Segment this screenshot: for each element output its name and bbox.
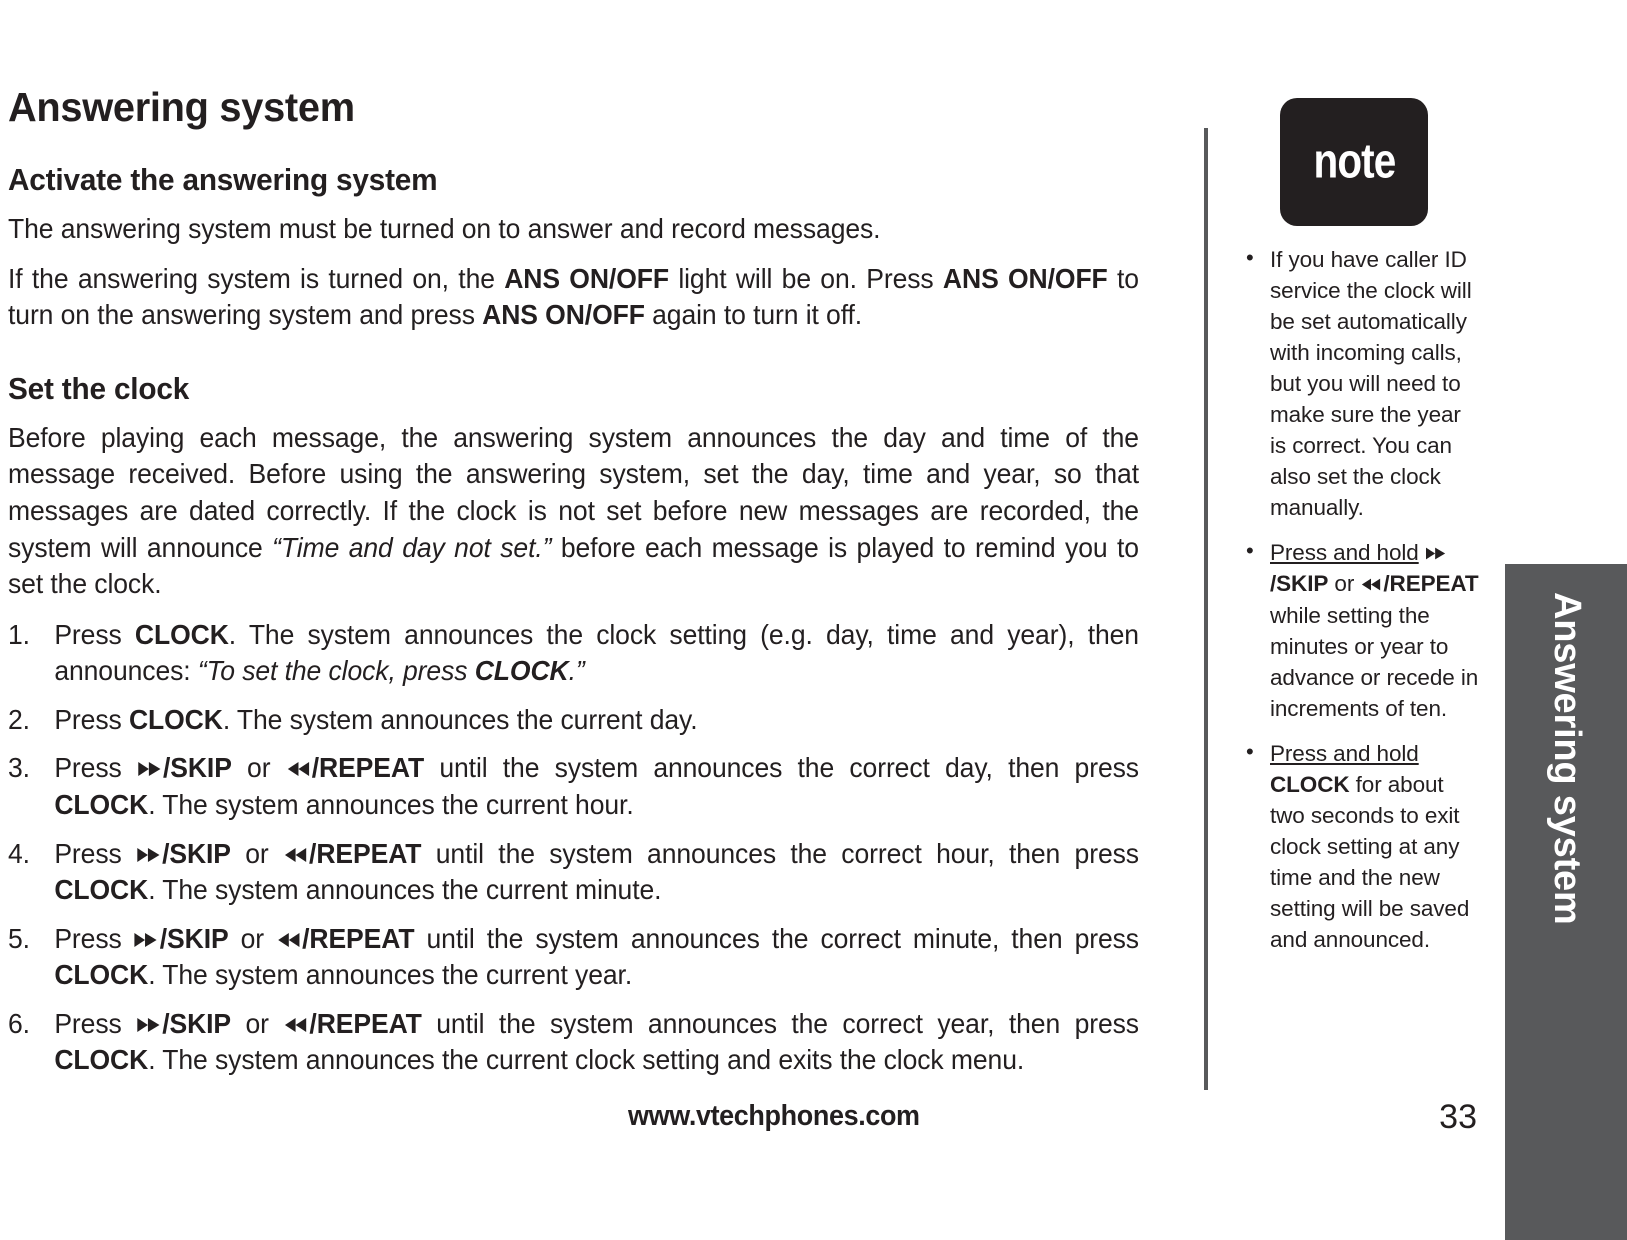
key-label-ans-on-off: ANS ON/OFF	[942, 262, 1108, 294]
section-heading-set-the-clock: Set the clock	[8, 370, 190, 406]
list-item: Press /SKIP or /REPEAT until the system …	[8, 1006, 1139, 1079]
text-run: while setting the minutes or year to adv…	[1270, 602, 1479, 721]
text-run: . The system announces the current minut…	[148, 874, 662, 906]
note-badge: note	[1280, 98, 1428, 226]
key-label-clock: CLOCK	[134, 618, 229, 650]
list-item: Press and hold /SKIP or /REPEAT while se…	[1244, 536, 1479, 723]
key-label-clock: CLOCK	[128, 703, 223, 735]
text-run: or	[231, 752, 286, 784]
column-divider	[1204, 128, 1208, 1090]
rewind-icon	[283, 1016, 308, 1034]
key-label-skip: /SKIP	[162, 752, 232, 784]
announcement-quote: “Time and day not set.”	[272, 531, 552, 563]
activate-paragraph-2: If the answering system is turned on, th…	[8, 261, 1139, 334]
text-run: for about two seconds to exit clock sett…	[1270, 771, 1470, 952]
key-label-clock: CLOCK	[54, 1044, 149, 1076]
page-footer: www.vtechphones.com 33	[0, 1092, 1505, 1162]
text-run: Press	[54, 1007, 137, 1039]
text-run: Press	[54, 752, 137, 784]
text-run: . The system announces the current day.	[222, 703, 698, 735]
chapter-tab: Answering system	[1505, 564, 1627, 1240]
announcement-quote: .”	[568, 655, 585, 687]
text-run: again to turn it off.	[644, 299, 863, 331]
footer-website-url: www.vtechphones.com	[628, 1100, 920, 1132]
fast-forward-icon	[136, 1016, 161, 1034]
fast-forward-icon	[134, 931, 159, 949]
key-label-skip: /SKIP	[162, 1007, 232, 1039]
note-sidebar: note If you have caller ID service the c…	[1244, 98, 1479, 969]
emphasis-press-and-hold: Press and hold	[1270, 540, 1419, 566]
footer-page-number: 33	[1439, 1098, 1477, 1136]
key-label-clock: CLOCK	[1270, 771, 1350, 797]
key-label-repeat: /REPEAT	[311, 752, 425, 784]
emphasis-press-and-hold: Press and hold	[1270, 740, 1419, 766]
key-label-ans-on-off: ANS ON/OFF	[482, 299, 645, 331]
fast-forward-icon	[136, 846, 161, 864]
text-run: Press	[54, 922, 134, 954]
rewind-icon	[283, 846, 308, 864]
text-run: Press	[54, 618, 135, 650]
key-label-repeat: /REPEAT	[302, 922, 415, 954]
key-label-repeat: /REPEAT	[309, 837, 422, 869]
key-label-clock: CLOCK	[54, 874, 149, 906]
key-label-repeat: /REPEAT	[309, 1007, 422, 1039]
text-run: or	[231, 1007, 284, 1039]
text-run: . The system announces the current hour.	[148, 788, 634, 820]
key-label-clock: CLOCK	[54, 788, 149, 820]
list-item: Press CLOCK. The system announces the cu…	[8, 702, 1139, 739]
key-label-ans-on-off: ANS ON/OFF	[504, 262, 669, 294]
section-heading-activate: Activate the answering system	[8, 162, 438, 198]
page-title: Answering system	[8, 84, 355, 130]
text-run: or	[1328, 571, 1361, 597]
list-item: Press /SKIP or /REPEAT until the system …	[8, 750, 1139, 823]
text-run: light will be on. Press	[668, 262, 943, 294]
key-label-skip: /SKIP	[162, 837, 231, 869]
key-label-repeat: /REPEAT	[1383, 571, 1479, 597]
main-content-column: Answering system Activate the answering …	[8, 84, 1180, 1091]
key-label-clock: CLOCK	[54, 959, 149, 991]
text-run: until the system announces the correct h…	[421, 837, 1139, 869]
list-item: Press and hold CLOCK for about two secon…	[1244, 737, 1479, 955]
text-run: . The system announces the current clock…	[148, 1044, 1025, 1076]
announcement-quote: “To set the clock, press	[197, 655, 475, 687]
key-label-skip: /SKIP	[159, 922, 229, 954]
key-label-skip: /SKIP	[1270, 571, 1329, 597]
text-run: Press	[54, 837, 137, 869]
text-run: If you have caller ID service the clock …	[1270, 247, 1472, 521]
text-run: or	[228, 922, 277, 954]
text-run: until the system announces the correct y…	[421, 1007, 1139, 1039]
set-clock-intro: Before playing each message, the answeri…	[8, 420, 1139, 603]
activate-paragraph-1: The answering system must be turned on t…	[8, 213, 881, 245]
note-bullet-list: If you have caller ID service the clock …	[1244, 243, 1479, 955]
rewind-icon	[276, 931, 301, 949]
fast-forward-icon	[1425, 546, 1447, 561]
text-run: . The system announces the current year.	[148, 959, 633, 991]
rewind-icon	[1360, 577, 1382, 592]
rewind-icon	[286, 760, 311, 778]
key-label-clock: CLOCK	[474, 655, 569, 687]
text-run: or	[230, 837, 283, 869]
text-run: until the system announces the correct m…	[414, 922, 1139, 954]
fast-forward-icon	[137, 760, 162, 778]
text-run: until the system announces the correct d…	[424, 752, 1139, 784]
chapter-tab-label: Answering system	[1546, 592, 1588, 925]
manual-page: Answering system Activate the answering …	[0, 0, 1627, 1240]
text-run: Press	[54, 703, 129, 735]
note-badge-label: note	[1313, 134, 1396, 189]
clock-setup-steps: Press CLOCK. The system announces the cl…	[8, 617, 1180, 1079]
text-run: If the answering system is turned on, th…	[8, 262, 505, 294]
list-item: Press /SKIP or /REPEAT until the system …	[8, 921, 1139, 994]
list-item: Press CLOCK. The system announces the cl…	[8, 617, 1139, 690]
list-item: Press /SKIP or /REPEAT until the system …	[8, 836, 1139, 909]
list-item: If you have caller ID service the clock …	[1244, 243, 1479, 523]
